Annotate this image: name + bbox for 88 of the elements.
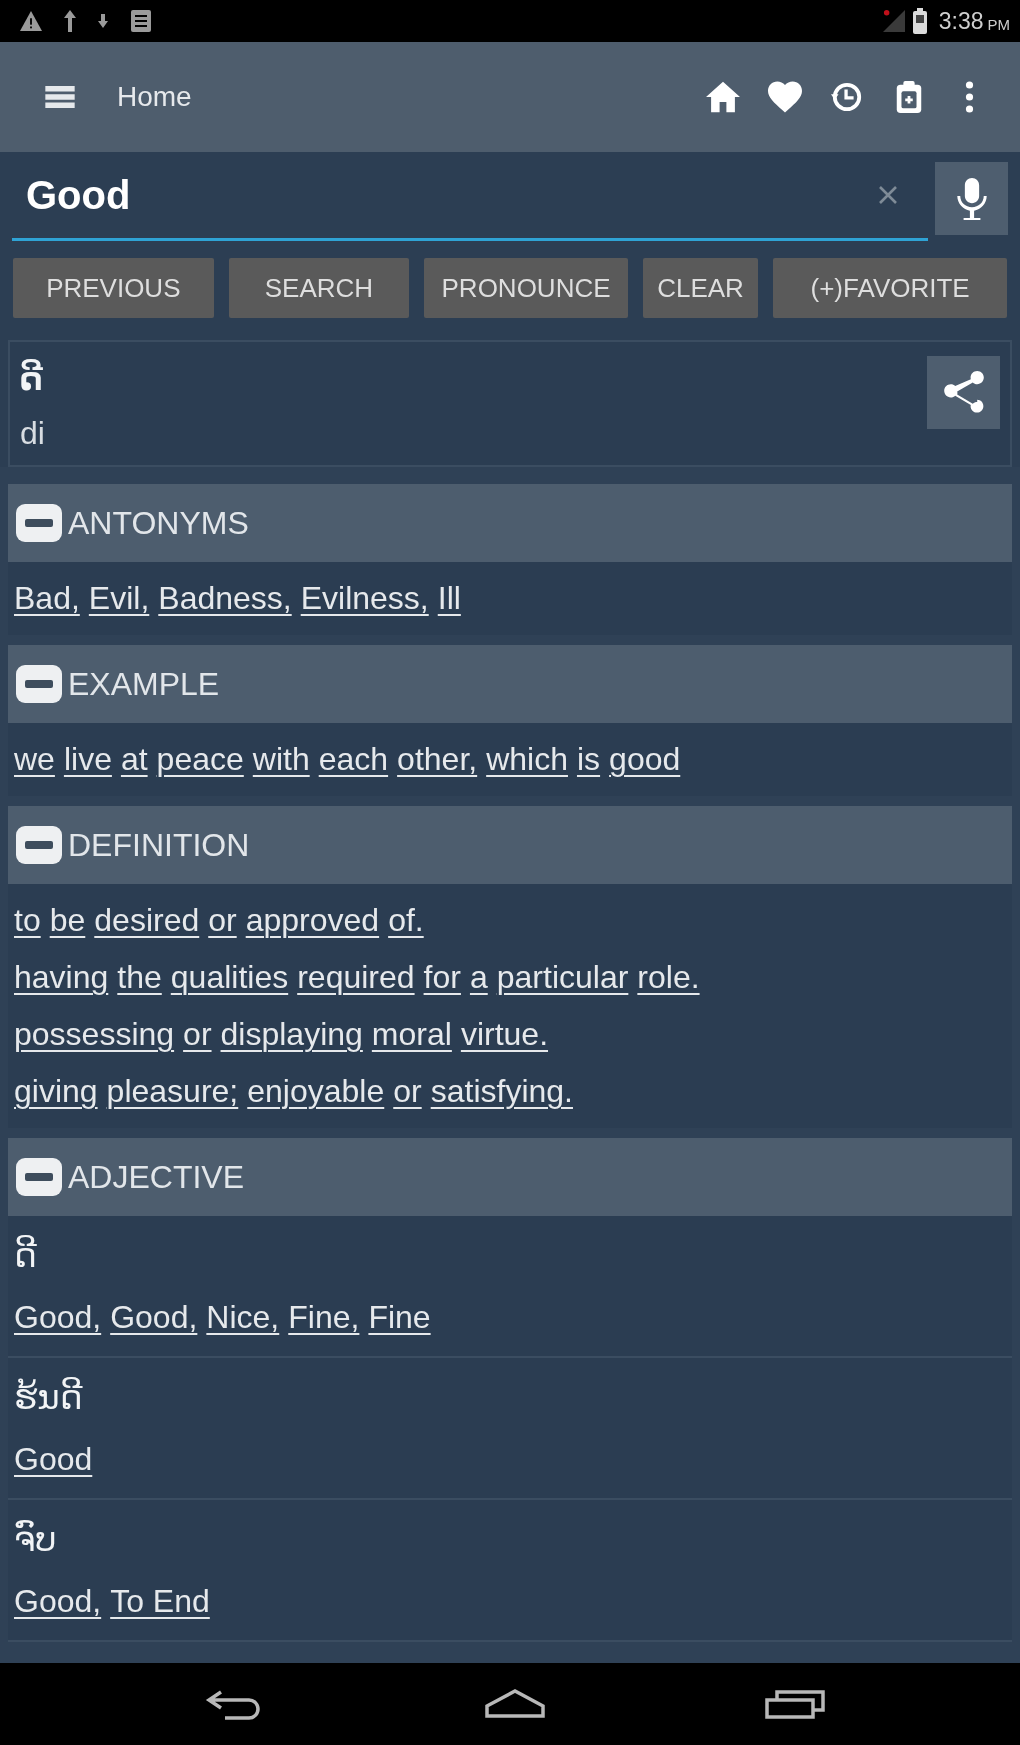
collapse-icon (16, 1158, 62, 1196)
word-link[interactable]: having (14, 949, 109, 1006)
document-icon (130, 10, 152, 32)
more-icon[interactable] (965, 81, 974, 113)
word-link[interactable]: which (486, 731, 568, 788)
battery-icon (912, 8, 927, 34)
translation-word: ດີ (14, 1234, 37, 1276)
meaning-link[interactable]: Good, (14, 1570, 102, 1632)
pronounce-button[interactable]: PRONOUNCE (424, 258, 628, 318)
translation-word: ຮ້ນດີ (14, 1376, 83, 1418)
word-link[interactable]: at (120, 731, 148, 788)
word-link[interactable]: other, (397, 731, 478, 788)
word-link[interactable]: of. (388, 892, 424, 949)
clear-button[interactable]: CLEAR (642, 258, 759, 318)
word-link[interactable]: is (576, 731, 601, 788)
word-link[interactable]: qualities (170, 949, 289, 1006)
meaning-link[interactable]: Fine (368, 1286, 431, 1348)
word-link[interactable]: we (14, 731, 55, 788)
home-icon[interactable] (706, 81, 740, 113)
status-period: PM (987, 14, 1010, 33)
word-link[interactable]: with (252, 731, 310, 788)
section-header[interactable]: DEFINITION (8, 806, 1012, 884)
word-link[interactable]: peace (156, 731, 244, 788)
word-link[interactable]: a (469, 949, 488, 1006)
word-link[interactable]: or (208, 892, 237, 949)
search-field[interactable]: Good (12, 152, 928, 241)
meaning-link[interactable]: To End (110, 1570, 210, 1632)
microphone-icon (954, 177, 989, 220)
romanization: di (20, 414, 45, 453)
word-link[interactable]: moral (371, 1006, 452, 1063)
section-header[interactable]: ADJECTIVE (8, 1138, 1012, 1216)
word-link[interactable]: or (393, 1063, 422, 1120)
word-link[interactable]: Badness, (158, 570, 292, 627)
word-link[interactable]: required (297, 949, 415, 1006)
upload-icon (64, 10, 76, 32)
search-input[interactable]: Good (26, 167, 858, 223)
voice-search-button[interactable] (935, 162, 1008, 235)
word-link[interactable]: role. (637, 949, 700, 1006)
section-header[interactable]: ANTONYMS (8, 484, 1012, 562)
download-icon (98, 14, 108, 28)
meaning-link[interactable]: Good, (14, 1286, 102, 1348)
history-icon[interactable] (830, 81, 864, 113)
meaning-link[interactable]: Nice, (206, 1286, 280, 1348)
previous-button[interactable]: PREVIOUS (13, 258, 214, 318)
meaning-link[interactable]: Good (14, 1428, 93, 1490)
word-link[interactable]: particular (496, 949, 629, 1006)
signal-icon (882, 10, 905, 32)
recents-icon[interactable] (763, 1688, 827, 1720)
home-nav-icon[interactable] (483, 1688, 547, 1720)
word-link[interactable]: each (318, 731, 389, 788)
word-link[interactable]: good (609, 731, 681, 788)
collapse-icon (16, 504, 62, 542)
word-link[interactable]: Evil, (88, 570, 150, 627)
word-link[interactable]: giving (14, 1063, 98, 1120)
word-link[interactable]: live (63, 731, 112, 788)
menu-icon[interactable] (45, 86, 75, 108)
collapse-icon (16, 826, 62, 864)
word-link[interactable]: approved (245, 892, 380, 949)
search-button[interactable]: SEARCH (228, 258, 410, 318)
word-link[interactable]: satisfying. (430, 1063, 573, 1120)
app-title: Home (117, 81, 192, 113)
meaning-link[interactable]: Good, (110, 1286, 198, 1348)
share-icon (943, 370, 984, 415)
word-link[interactable]: Evilness, (300, 570, 429, 627)
word-link[interactable]: for (423, 949, 461, 1006)
clear-icon[interactable] (878, 185, 898, 205)
warning-icon (20, 10, 42, 32)
word-link[interactable]: Ill (437, 570, 461, 627)
word-link[interactable]: displaying (220, 1006, 363, 1063)
word-link[interactable]: possessing (14, 1006, 175, 1063)
heart-icon[interactable] (768, 81, 802, 113)
word-link[interactable]: enjoyable (247, 1063, 385, 1120)
word-link[interactable]: or (183, 1006, 212, 1063)
section-header[interactable]: EXAMPLE (8, 645, 1012, 723)
word-link[interactable]: desired (94, 892, 200, 949)
word-link[interactable]: Bad, (14, 570, 80, 627)
word-link[interactable]: be (49, 892, 86, 949)
collapse-icon (16, 665, 62, 703)
word-link[interactable]: the (117, 949, 162, 1006)
share-button[interactable] (927, 356, 1000, 429)
word-link[interactable]: pleasure; (106, 1063, 239, 1120)
status-time: 3:38 (938, 7, 984, 35)
meaning-link[interactable]: Fine, (288, 1286, 360, 1348)
word-link[interactable]: virtue. (460, 1006, 548, 1063)
translation-word: ຈົບ (14, 1519, 57, 1560)
favorite-button[interactable]: (+)FAVORITE (773, 258, 1007, 318)
word-link[interactable]: to (14, 892, 41, 949)
headword: ດີ (20, 358, 43, 399)
